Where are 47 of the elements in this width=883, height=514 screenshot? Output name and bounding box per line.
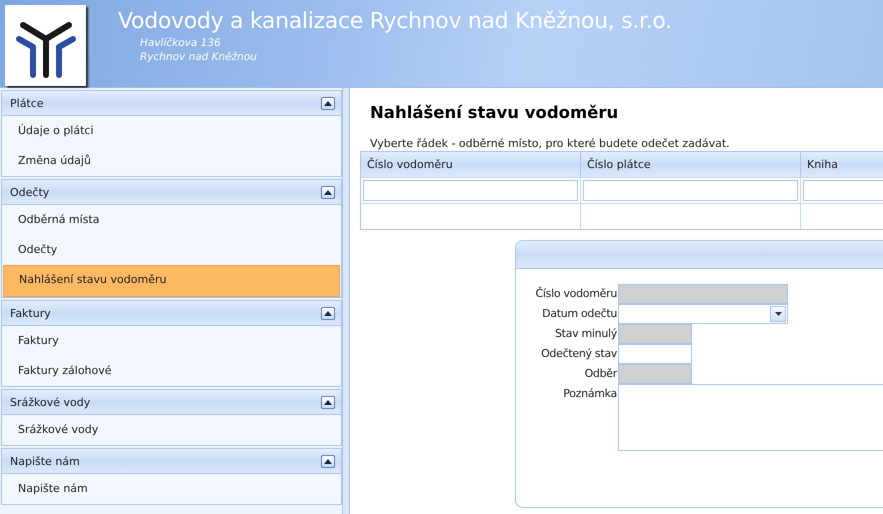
caret-up-icon	[324, 400, 332, 404]
cell-input[interactable]	[583, 180, 798, 201]
menu-item[interactable]: Změna údajů	[2, 146, 341, 176]
address-line: Havlíčkova 136	[140, 36, 222, 50]
menu-item[interactable]: Napište nám	[2, 474, 341, 504]
menu-item[interactable]: Srážkové vody	[2, 415, 341, 445]
caret-up-icon	[324, 190, 332, 194]
field-label: Odběr	[584, 366, 618, 382]
address-line: Rychnov nad Kněžnou	[140, 50, 258, 64]
cell-input[interactable]	[363, 180, 578, 201]
caret-down-icon	[774, 312, 782, 316]
collapse-button[interactable]	[321, 454, 335, 468]
menu-item[interactable]: Faktury zálohové	[2, 356, 341, 386]
menu-item[interactable]: Faktury	[2, 326, 341, 356]
collapse-button[interactable]	[321, 306, 335, 320]
section-title: Odečty	[10, 186, 50, 198]
menu-item[interactable]: Odečty	[2, 235, 341, 265]
menu-item[interactable]: Nahlášení stavu vodoměru	[3, 265, 340, 297]
column-header[interactable]: Číslo plátce	[581, 152, 801, 177]
logo-icon	[5, 5, 86, 86]
input-field[interactable]	[618, 344, 692, 364]
menu-item[interactable]: Odběrná místa	[2, 205, 341, 235]
field-label: Datum odečtu	[541, 306, 618, 322]
caret-up-icon	[324, 458, 332, 464]
page-title: Nahlášení stavu vodoměru	[370, 103, 620, 122]
section-title: Faktury	[10, 306, 51, 320]
field-label: Poznámka	[562, 386, 618, 402]
sidebar-splitter[interactable]	[343, 88, 350, 514]
company-name: Vodovody a kanalizace Rychnov nad Kněžnou, s.r.o.	[118, 9, 672, 34]
field-label: Stav minulý	[554, 326, 618, 342]
caret-up-icon	[324, 100, 332, 106]
instruction-text: Vyberte řádek - odběrné místo, pro které budete odečet zadávat.	[370, 137, 731, 151]
collapse-button[interactable]	[321, 186, 335, 198]
section-title: Srážkové vody	[10, 396, 90, 408]
dropdown-button[interactable]	[770, 306, 786, 322]
menu-item[interactable]: Údaje o plátci	[2, 116, 341, 146]
note-field[interactable]	[618, 384, 883, 451]
column-header[interactable]: Kniha	[801, 152, 883, 177]
date-field[interactable]	[618, 304, 788, 324]
collapse-button[interactable]	[321, 396, 335, 408]
field-label: Číslo vodoměru	[534, 286, 618, 302]
field-label: Odečtený stav	[540, 346, 618, 362]
column-header[interactable]: Číslo vodoměru	[361, 152, 581, 177]
section-title: Plátce	[10, 96, 44, 110]
collapse-button[interactable]	[321, 96, 335, 110]
caret-up-icon	[324, 310, 332, 316]
section-title: Napište nám	[10, 454, 80, 468]
